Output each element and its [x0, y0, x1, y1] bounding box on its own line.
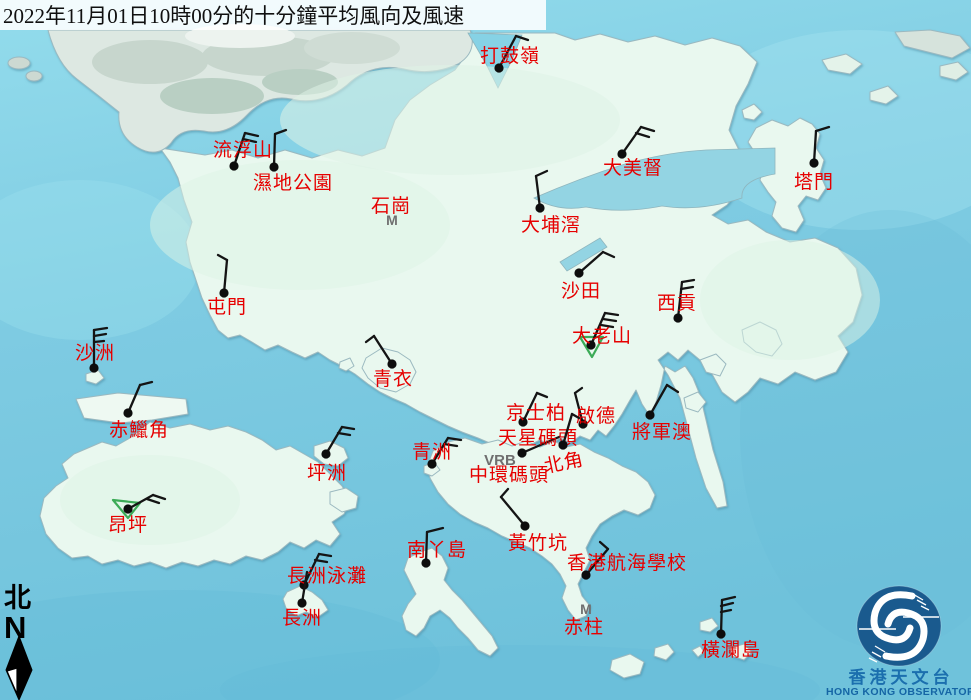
- station-label: 香港航海學校: [567, 552, 687, 574]
- station-label: 赤鱲角: [109, 419, 169, 441]
- station-dot: [123, 408, 132, 417]
- station-dot: [574, 268, 583, 277]
- data-mark: VRB: [484, 452, 516, 469]
- station-label: 塔門: [794, 171, 834, 193]
- title-bar: 2022年11月01日10時00分的十分鐘平均風向及風速: [0, 0, 546, 30]
- urban-island: [8, 57, 30, 69]
- urban-patch: [160, 78, 264, 114]
- station-label: 大老山: [572, 325, 632, 347]
- wind-barb: [274, 134, 275, 167]
- terrain-tint: [700, 240, 880, 360]
- station-label: 橫瀾島: [701, 639, 761, 661]
- station-label: 長洲: [282, 608, 322, 629]
- station-label: 打鼓嶺: [480, 45, 540, 67]
- station-label: 大埔滘: [521, 214, 581, 236]
- station-label: 坪洲: [307, 462, 347, 484]
- station-dot: [387, 359, 396, 368]
- station-label: 長洲泳灘: [287, 565, 367, 587]
- station-dot: [297, 598, 306, 607]
- urban-patch: [304, 32, 400, 64]
- station-label: 啟德: [576, 405, 616, 427]
- station-label: 黃竹坑: [508, 532, 568, 554]
- station-dot: [809, 158, 818, 167]
- station-label: 昂坪: [108, 514, 148, 536]
- station-dot: [520, 521, 529, 530]
- data-mark: M: [386, 212, 398, 228]
- map-title: 2022年11月01日10時00分的十分鐘平均風向及風速: [0, 0, 464, 30]
- station-dot: [269, 162, 278, 171]
- station-label: 赤柱: [564, 616, 604, 638]
- wind-barb: [94, 341, 104, 342]
- station-label: 大美督: [603, 157, 663, 179]
- station-label: 沙洲: [75, 343, 115, 364]
- station-dot: [89, 363, 98, 372]
- urban-patch: [92, 40, 208, 84]
- station-dot: [673, 313, 682, 322]
- hko-logo-english: HONG KONG OBSERVATORY: [826, 686, 971, 698]
- station-dot: [517, 448, 526, 457]
- station-label: 青衣: [373, 368, 413, 390]
- station-dot: [229, 161, 238, 170]
- wind-map: 打鼓嶺流浮山濕地公園石崗M大美督塔門大埔滘沙田西貢大老山沙洲屯門青衣赤鱲角昂坪坪…: [0, 0, 971, 700]
- station-label: 屯門: [207, 296, 247, 318]
- compass-chinese-label: 北: [4, 583, 31, 613]
- terrain-tint: [280, 65, 620, 175]
- station-label: 沙田: [561, 281, 601, 302]
- urban-island: [26, 71, 42, 81]
- station-dot: [123, 504, 132, 513]
- station-dot: [535, 203, 544, 212]
- station-dot: [558, 440, 567, 449]
- station-label: 西貢: [657, 293, 697, 314]
- map-canvas: 打鼓嶺流浮山濕地公園石崗M大美督塔門大埔滘沙田西貢大老山沙洲屯門青衣赤鱲角昂坪坪…: [0, 0, 971, 700]
- compass-n-label: N: [4, 610, 26, 645]
- station-label: 青洲: [412, 441, 452, 463]
- data-mark: M: [580, 601, 592, 617]
- station-dot: [645, 410, 654, 419]
- station-label: 將軍澳: [632, 421, 692, 443]
- station-label: 京士柏: [506, 402, 566, 424]
- station-label: 南丫島: [407, 539, 467, 561]
- station-dot: [716, 629, 725, 638]
- station-dot: [321, 449, 330, 458]
- hko-logo-chinese: 香港天文台: [849, 667, 954, 687]
- station-label: 濕地公園: [253, 172, 333, 194]
- station-label: 流浮山: [213, 139, 273, 161]
